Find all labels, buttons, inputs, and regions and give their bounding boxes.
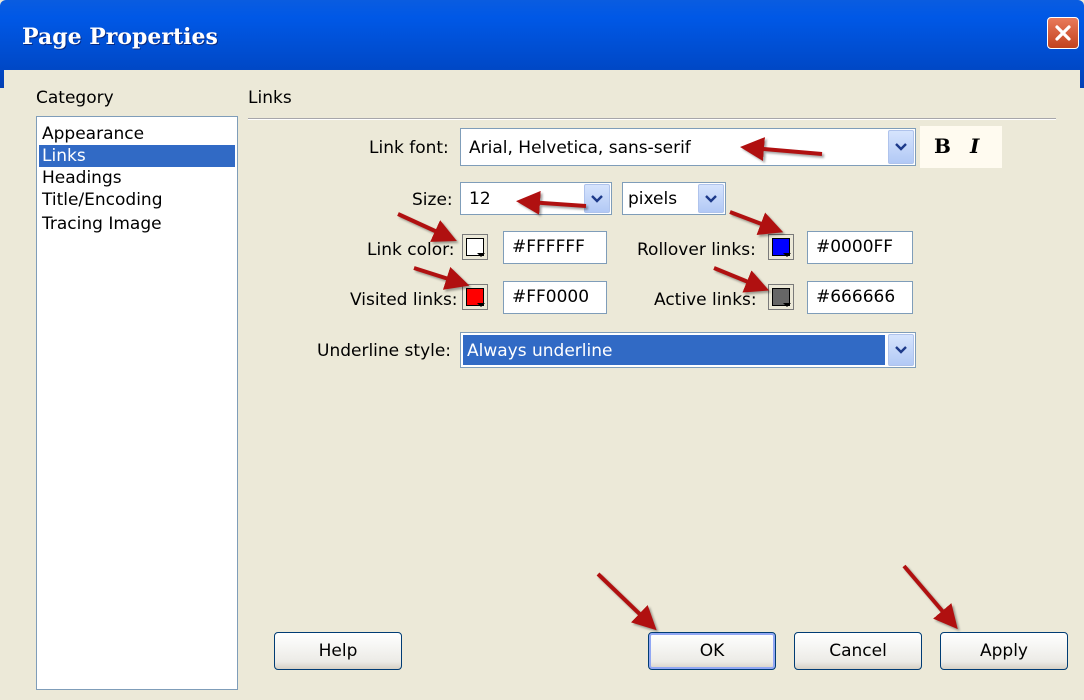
category-list[interactable]: Appearance Links Headings Title/Encoding…	[36, 116, 238, 690]
category-item-headings[interactable]: Headings	[39, 167, 235, 189]
link-color-input[interactable]: #FFFFFF	[503, 231, 607, 264]
cancel-button[interactable]: Cancel	[794, 632, 922, 670]
underline-style-select[interactable]: Always underline	[460, 332, 916, 368]
size-dropdown-button[interactable]	[584, 184, 610, 213]
active-links-label: Active links:	[654, 290, 757, 310]
size-select[interactable]: 12	[460, 182, 612, 215]
underline-style-dropdown-button[interactable]	[888, 334, 914, 366]
bold-button[interactable]: B	[934, 134, 951, 158]
swatch-dropdown-icon	[783, 253, 791, 257]
link-color-label: Link color:	[367, 240, 455, 260]
visited-links-swatch[interactable]	[462, 284, 488, 310]
rollover-links-swatch[interactable]	[768, 234, 794, 260]
link-font-dropdown-button[interactable]	[888, 130, 914, 164]
swatch-dropdown-icon	[477, 253, 485, 257]
rollover-links-input[interactable]: #0000FF	[807, 231, 913, 264]
chevron-down-icon	[591, 194, 603, 203]
category-item-title-encoding[interactable]: Title/Encoding	[39, 189, 235, 211]
chevron-down-icon	[895, 346, 907, 354]
section-divider	[248, 118, 1056, 120]
swatch-dropdown-icon	[477, 303, 485, 307]
close-button[interactable]	[1047, 17, 1079, 49]
size-unit-dropdown-button[interactable]	[698, 184, 724, 213]
active-links-swatch[interactable]	[768, 284, 794, 310]
link-font-select[interactable]: Arial, Helvetica, sans-serif	[460, 128, 916, 166]
italic-button[interactable]: I	[970, 134, 979, 158]
category-item-tracing-image[interactable]: Tracing Image	[39, 213, 235, 235]
link-color-swatch[interactable]	[462, 234, 488, 260]
close-icon	[1055, 25, 1071, 41]
apply-button[interactable]: Apply	[940, 632, 1068, 670]
window-title: Page Properties	[22, 24, 218, 50]
chevron-down-icon	[895, 143, 907, 151]
active-links-input[interactable]: #666666	[807, 281, 913, 314]
ok-button[interactable]: OK	[648, 632, 776, 670]
rollover-links-label: Rollover links:	[637, 240, 756, 260]
size-unit-value: pixels	[628, 189, 678, 209]
help-button[interactable]: Help	[274, 632, 402, 670]
size-value: 12	[469, 189, 491, 209]
category-item-appearance[interactable]: Appearance	[39, 123, 235, 145]
category-label: Category	[36, 88, 114, 108]
section-title: Links	[248, 88, 292, 108]
underline-style-label: Underline style:	[317, 341, 452, 361]
size-label: Size:	[412, 190, 453, 210]
visited-links-label: Visited links:	[350, 290, 458, 310]
size-unit-select[interactable]: pixels	[622, 182, 726, 215]
link-font-value: Arial, Helvetica, sans-serif	[469, 138, 691, 158]
font-style-buttons: B I	[920, 126, 1002, 168]
swatch-dropdown-icon	[783, 303, 791, 307]
link-font-label: Link font:	[369, 138, 449, 158]
underline-style-value: Always underline	[467, 341, 613, 361]
chevron-down-icon	[705, 194, 717, 203]
visited-links-input[interactable]: #FF0000	[503, 281, 607, 314]
category-item-links[interactable]: Links	[39, 145, 235, 167]
